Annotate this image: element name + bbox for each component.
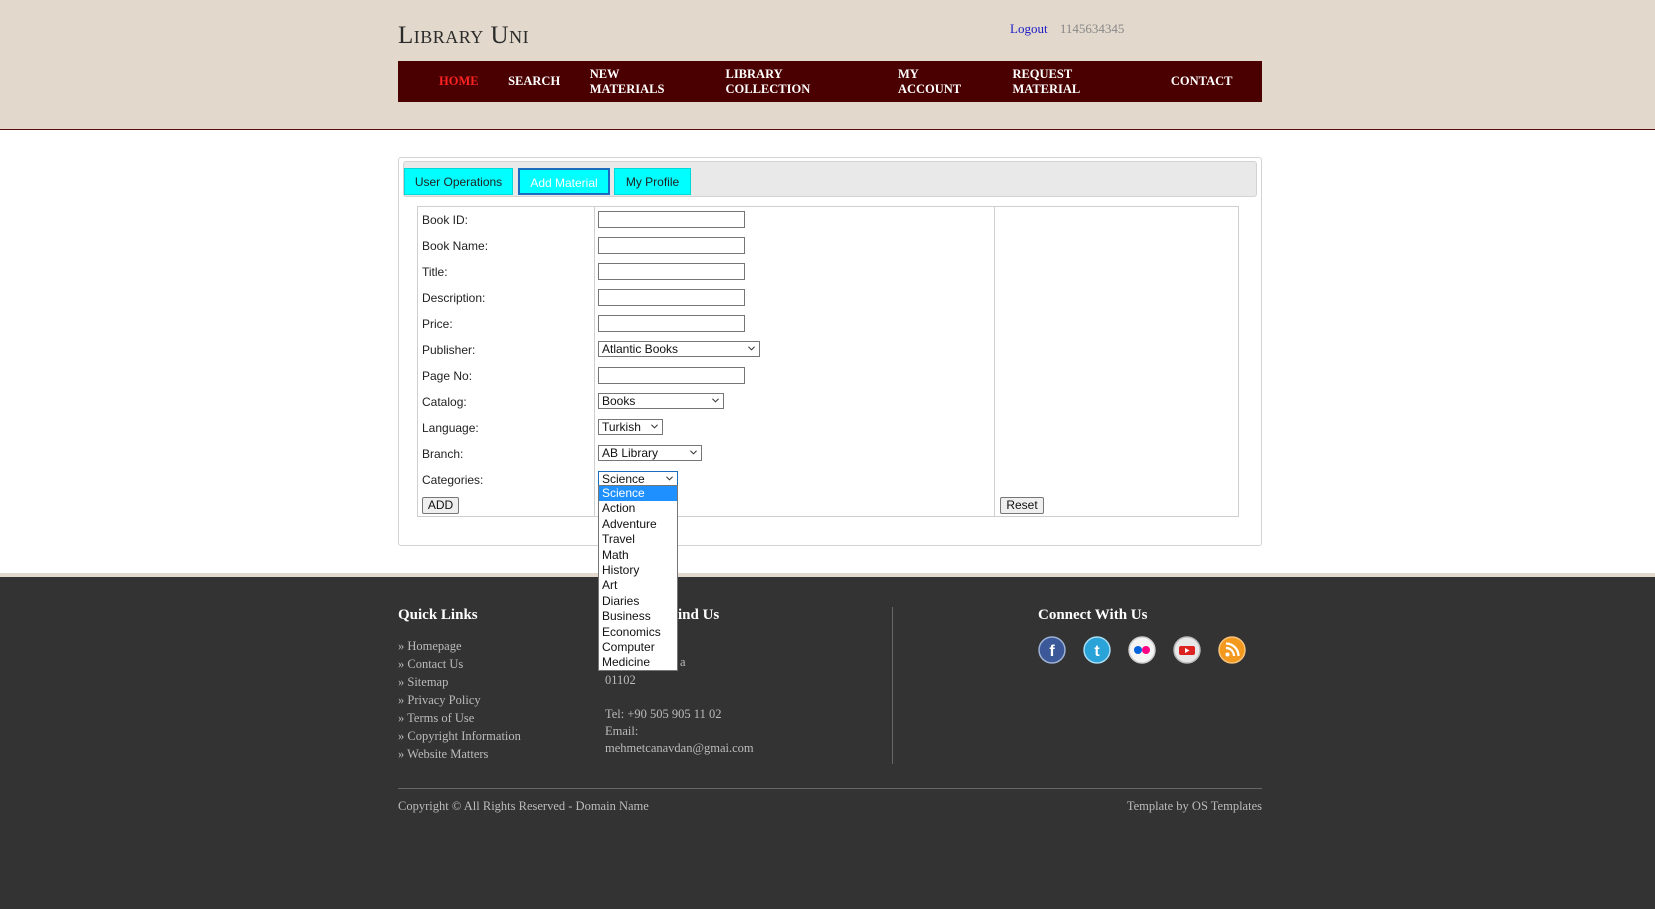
flickr-icon[interactable] [1128, 636, 1156, 664]
tab-add-material[interactable]: Add Material [518, 168, 610, 195]
email-label: Email: [605, 724, 639, 738]
publisher-select[interactable]: Atlantic Books [598, 341, 760, 357]
category-option-history[interactable]: History [599, 563, 677, 578]
price-input[interactable] [598, 315, 745, 332]
quick-links-list: » Homepage » Contact Us » Sitemap » Priv… [398, 637, 521, 763]
category-option-art[interactable]: Art [599, 578, 677, 593]
page-no-label: Page No: [422, 369, 473, 383]
nav-item-search[interactable]: SEARCH [508, 74, 560, 89]
column-divider [994, 207, 995, 516]
footer-link-sitemap[interactable]: » Sitemap [398, 673, 521, 691]
youtube-icon[interactable] [1173, 636, 1201, 664]
publisher-label: Publisher: [422, 343, 476, 357]
nav-item-request-material[interactable]: REQUEST MATERIAL [1012, 67, 1141, 97]
book-id-input[interactable] [598, 211, 745, 228]
book-name-input[interactable] [598, 237, 745, 254]
postal-code: 01102 [605, 673, 636, 687]
nav-item-contact[interactable]: CONTACT [1171, 74, 1233, 89]
find-us-heading: ind Us [678, 607, 720, 623]
catalog-select-value: Books [602, 394, 636, 408]
quick-links-heading: Quick Links [398, 607, 478, 623]
template-credit[interactable]: Template by OS Templates [1127, 799, 1262, 814]
page-no-input[interactable] [598, 367, 745, 384]
nav-item-library-collection[interactable]: LIBRARY COLLECTION [725, 67, 868, 97]
chevron-down-icon [666, 476, 673, 481]
chevron-down-icon [651, 424, 658, 429]
address-fragment: a [680, 655, 686, 669]
chevron-down-icon [712, 398, 719, 403]
footer-link-homepage[interactable]: » Homepage [398, 637, 521, 655]
description-input[interactable] [598, 289, 745, 306]
branch-select[interactable]: AB Library [598, 445, 702, 461]
footer-link-privacy-policy[interactable]: » Privacy Policy [398, 691, 521, 709]
telephone: Tel: +90 505 905 11 02 [605, 707, 722, 721]
footer-link-website-matters[interactable]: » Website Matters [398, 745, 521, 763]
add-material-form: Book ID: Book Name: Title: Description: … [417, 206, 1239, 517]
category-option-diaries[interactable]: Diaries [599, 594, 677, 609]
main-nav: HOME SEARCH NEW MATERIALS LIBRARY COLLEC… [398, 61, 1262, 102]
branch-label: Branch: [422, 447, 464, 461]
email-address[interactable]: mehmetcanavdan@gmai.com [605, 741, 754, 756]
book-id-label: Book ID: [422, 213, 469, 227]
footer-link-contact-us[interactable]: » Contact Us [398, 655, 521, 673]
connect-heading: Connect With Us [1038, 607, 1148, 623]
footer-link-copyright-information[interactable]: » Copyright Information [398, 727, 521, 745]
category-option-travel[interactable]: Travel [599, 532, 677, 547]
reset-button[interactable]: Reset [1000, 497, 1044, 514]
chevron-down-icon [748, 346, 755, 351]
category-option-action[interactable]: Action [599, 501, 677, 516]
facebook-icon[interactable]: f [1038, 636, 1066, 664]
add-button[interactable]: ADD [422, 497, 459, 514]
categories-select-value: Science [602, 472, 645, 486]
svg-text:f: f [1049, 643, 1055, 660]
catalog-select[interactable]: Books [598, 393, 724, 409]
footer-rule [398, 788, 1262, 789]
user-id-text: 1145634345 [1059, 21, 1125, 36]
title-input[interactable] [598, 263, 745, 280]
categories-label: Categories: [422, 473, 484, 487]
category-option-science[interactable]: Science [599, 486, 677, 502]
catalog-label: Catalog: [422, 395, 467, 409]
nav-item-new-materials[interactable]: NEW MATERIALS [590, 67, 696, 97]
chevron-down-icon [690, 450, 697, 455]
rss-icon[interactable] [1218, 636, 1246, 664]
price-label: Price: [422, 317, 453, 331]
tab-user-operations[interactable]: User Operations [404, 168, 513, 195]
main-panel: User Operations Add Material My Profile … [398, 157, 1262, 546]
category-option-math[interactable]: Math [599, 548, 677, 563]
branch-select-value: AB Library [602, 446, 659, 460]
logout-link[interactable]: Logout [1010, 21, 1048, 36]
nav-item-home[interactable]: HOME [439, 74, 479, 89]
category-option-business[interactable]: Business [599, 609, 677, 624]
category-option-medicine[interactable]: Medicine [599, 655, 677, 670]
tab-my-profile[interactable]: My Profile [614, 168, 691, 195]
footer-link-terms-of-use[interactable]: » Terms of Use [398, 709, 521, 727]
category-option-economics[interactable]: Economics [599, 625, 677, 640]
site-header: Library Uni Logout 1145634345 HOME SEARC… [0, 0, 1655, 130]
top-links: Logout 1145634345 [1010, 21, 1124, 37]
copyright-text: Copyright © All Rights Reserved - Domain… [398, 799, 649, 813]
svg-text:t: t [1094, 643, 1100, 660]
nav-item-my-account[interactable]: MY ACCOUNT [898, 67, 983, 97]
categories-dropdown-list: Science Action Adventure Travel Math His… [598, 485, 678, 671]
language-label: Language: [422, 421, 479, 435]
book-name-label: Book Name: [422, 239, 489, 253]
publisher-select-value: Atlantic Books [602, 342, 679, 356]
title-label: Title: [422, 265, 448, 279]
site-footer: Quick Links » Homepage » Contact Us » Si… [0, 573, 1655, 909]
tab-bar: User Operations Add Material My Profile [403, 161, 1257, 197]
language-select[interactable]: Turkish [598, 419, 663, 435]
column-divider [594, 207, 595, 516]
site-logo[interactable]: Library Uni [398, 22, 529, 50]
description-label: Description: [422, 291, 486, 305]
footer-divider [892, 607, 893, 764]
category-option-computer[interactable]: Computer [599, 640, 677, 655]
twitter-icon[interactable]: t [1083, 636, 1111, 664]
language-select-value: Turkish [602, 420, 641, 434]
category-option-adventure[interactable]: Adventure [599, 517, 677, 532]
